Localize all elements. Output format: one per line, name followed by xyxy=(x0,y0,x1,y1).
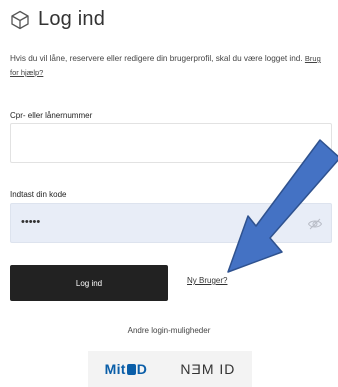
intro-text: Hvis du vil låne, reservere eller redige… xyxy=(10,52,328,80)
page-header: Log ind xyxy=(10,8,105,31)
eye-off-icon[interactable] xyxy=(307,216,323,232)
cpr-field[interactable] xyxy=(10,123,332,163)
new-user-link[interactable]: Ny Bruger? xyxy=(187,276,227,285)
login-providers: Mit D NƎM ID xyxy=(88,351,252,387)
page-title: Log ind xyxy=(38,8,106,30)
other-login-heading: Andre login-muligheder xyxy=(127,326,211,335)
password-label: Indtast din kode xyxy=(10,190,67,199)
password-value[interactable]: ••••• xyxy=(21,216,40,228)
nemid-logo[interactable]: NƎM ID xyxy=(180,361,235,377)
password-field[interactable]: ••••• xyxy=(10,203,332,243)
cpr-input[interactable] xyxy=(11,124,287,162)
intro-description: Hvis du vil låne, reservere eller redige… xyxy=(10,54,303,63)
mitid-logo[interactable]: Mit D xyxy=(105,361,148,377)
login-button[interactable]: Log ind xyxy=(10,265,168,301)
cube-icon xyxy=(11,10,29,29)
cpr-label: Cpr- eller lånernummer xyxy=(10,111,93,120)
